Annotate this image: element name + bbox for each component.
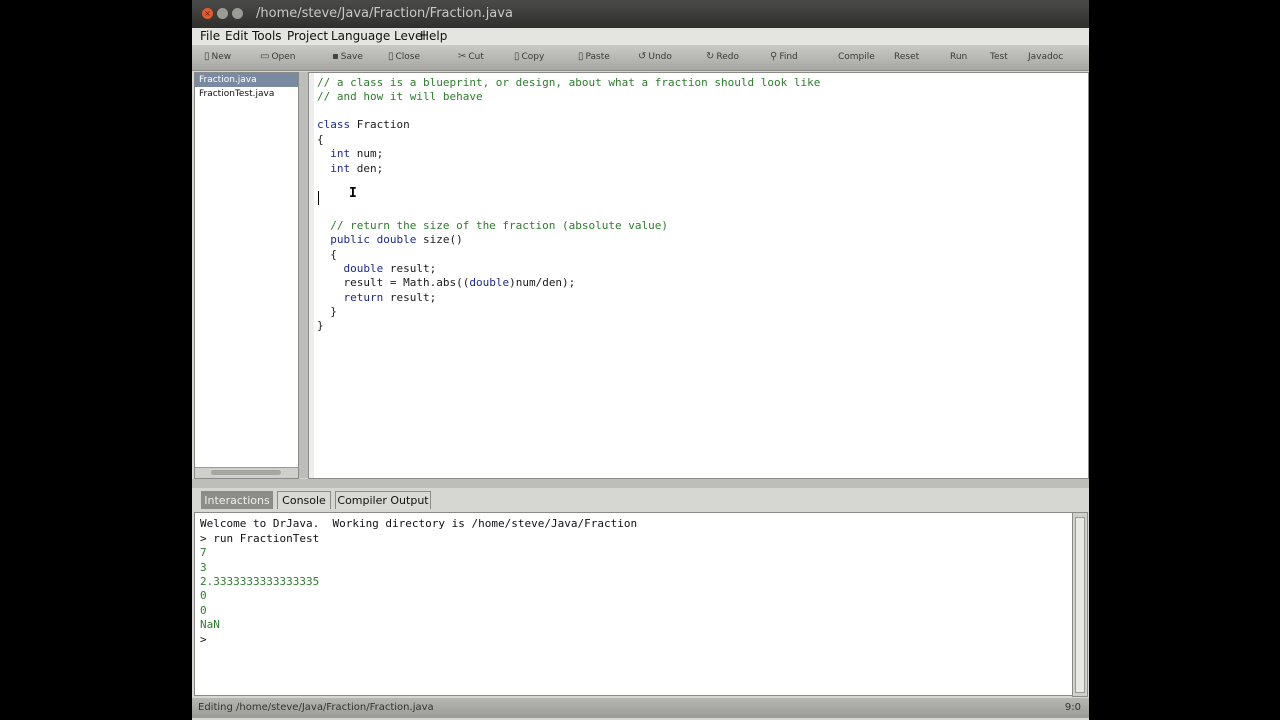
file-item-fraction[interactable]: Fraction.java xyxy=(195,73,298,87)
paste-button[interactable]: ▯ Paste xyxy=(578,48,610,66)
public-keyword: public xyxy=(330,233,370,246)
code-line: { xyxy=(317,133,324,146)
console-scrollbar[interactable] xyxy=(1072,512,1088,697)
return-keyword: return xyxy=(343,291,384,304)
code-line: // return the size of the fraction (abso… xyxy=(317,219,668,232)
double-keyword: double xyxy=(343,262,384,275)
menu-language-level[interactable]: Language Level xyxy=(331,28,426,45)
window-minimize-button[interactable] xyxy=(217,8,228,19)
save-icon: ▪ xyxy=(332,51,339,62)
bottom-tabs: Interactions Console Compiler Output xyxy=(192,488,1089,510)
code-line: // and how it will behave xyxy=(317,90,483,103)
code-line: public double size() xyxy=(330,233,463,246)
int-keyword: int xyxy=(330,162,351,175)
console-prompt[interactable]: > xyxy=(200,633,207,647)
text-caret xyxy=(318,191,319,205)
menu-project[interactable]: Project xyxy=(287,28,328,45)
console-output: 0 xyxy=(200,604,207,617)
code-line: } xyxy=(317,319,324,332)
reset-button[interactable]: Reset xyxy=(894,48,919,66)
console-output: 2.3333333333333335 xyxy=(200,575,320,588)
copy-button[interactable]: ▯ Copy xyxy=(514,48,544,66)
file-item-fractiontest[interactable]: FractionTest.java xyxy=(195,87,298,101)
editor-gutter xyxy=(309,73,314,478)
window-maximize-button[interactable] xyxy=(232,8,243,19)
ibeam-cursor-icon: I xyxy=(349,186,357,201)
toolbar: ▯ New ▭ Open ▪ Save ▯ Close ✂ Cut ▯ Copy ▯ Past… xyxy=(192,45,1089,71)
class-keyword: class xyxy=(317,118,351,131)
close-file-icon: ▯ xyxy=(388,51,394,62)
menu-file[interactable]: File xyxy=(200,28,220,45)
console-line: > run FractionTest xyxy=(200,532,320,545)
paste-icon: ▯ xyxy=(578,51,584,62)
drjava-window: × /home/steve/Java/Fraction/Fraction.jav… xyxy=(192,0,1089,720)
new-file-icon: ▯ xyxy=(204,51,210,62)
code-line: return result; xyxy=(343,291,437,304)
redo-button[interactable]: ↻ Redo xyxy=(706,48,739,66)
tab-interactions[interactable]: Interactions xyxy=(201,491,273,509)
menu-edit[interactable]: Edit xyxy=(225,28,248,45)
cut-button[interactable]: ✂ Cut xyxy=(458,48,484,66)
copy-icon: ▯ xyxy=(514,51,520,62)
scrollbar-thumb[interactable] xyxy=(211,470,281,475)
window-close-button[interactable]: × xyxy=(202,8,213,19)
close-icon: × xyxy=(204,9,211,18)
tab-console[interactable]: Console xyxy=(277,491,331,509)
console-line: Welcome to DrJava. Working directory is … xyxy=(200,517,638,530)
int-keyword: int xyxy=(330,147,351,160)
undo-button[interactable]: ↺ Undo xyxy=(638,48,672,66)
tab-compiler-output[interactable]: Compiler Output xyxy=(335,491,431,509)
run-button[interactable]: Run xyxy=(950,48,967,66)
binoculars-icon: ⚲ xyxy=(770,51,778,62)
console-output: 3 xyxy=(200,561,207,574)
console-output: 7 xyxy=(200,546,207,559)
scissors-icon: ✂ xyxy=(458,51,467,62)
menu-bar: File Edit Tools Project Language Level H… xyxy=(192,28,1089,45)
cursor-position: 9:0 xyxy=(1064,702,1081,713)
file-list-scrollbar[interactable] xyxy=(195,467,298,478)
test-button[interactable]: Test xyxy=(990,48,1008,66)
new-button[interactable]: ▯ New xyxy=(204,48,231,66)
document-list: Fraction.java FractionTest.java xyxy=(194,72,299,479)
redo-icon: ↻ xyxy=(706,51,715,62)
double-keyword: double xyxy=(376,233,417,246)
code-line: { xyxy=(317,248,337,261)
undo-icon: ↺ xyxy=(638,51,647,62)
window-title: /home/steve/Java/Fraction/Fraction.java xyxy=(256,6,513,21)
compile-button[interactable]: Compile xyxy=(838,48,875,66)
interactions-pane[interactable]: Welcome to DrJava. Working directory is … xyxy=(194,512,1074,696)
horizontal-splitter[interactable] xyxy=(192,479,1089,488)
code-line: double result; xyxy=(343,262,437,275)
console-output: NaN xyxy=(200,618,220,631)
open-folder-icon: ▭ xyxy=(260,51,270,62)
code-line: // a class is a blueprint, or design, ab… xyxy=(317,76,821,89)
close-button[interactable]: ▯ Close xyxy=(388,48,420,66)
vertical-splitter[interactable] xyxy=(299,72,308,478)
title-bar: × /home/steve/Java/Fraction/Fraction.jav… xyxy=(192,0,1089,28)
console-output: 0 xyxy=(200,589,207,602)
status-text: Editing /home/steve/Java/Fraction/Fracti… xyxy=(198,702,434,713)
code-editor[interactable]: // a class is a blueprint, or design, ab… xyxy=(308,72,1089,479)
code-line: int den; xyxy=(330,162,384,175)
scrollbar-thumb[interactable] xyxy=(1075,517,1085,693)
javadoc-button[interactable]: Javadoc xyxy=(1028,48,1063,66)
find-button[interactable]: ⚲ Find xyxy=(770,48,798,66)
code-line: class Fraction xyxy=(317,118,410,131)
code-line: int num; xyxy=(330,147,384,160)
code-line: } xyxy=(317,305,337,318)
save-button[interactable]: ▪ Save xyxy=(332,48,363,66)
menu-tools[interactable]: Tools xyxy=(252,28,282,45)
double-keyword: double xyxy=(469,276,510,289)
open-button[interactable]: ▭ Open xyxy=(260,48,296,66)
menu-help[interactable]: Help xyxy=(420,28,447,45)
status-bar: Editing /home/steve/Java/Fraction/Fracti… xyxy=(192,698,1089,718)
code-line: result = Math.abs((double)num/den); xyxy=(317,276,576,289)
